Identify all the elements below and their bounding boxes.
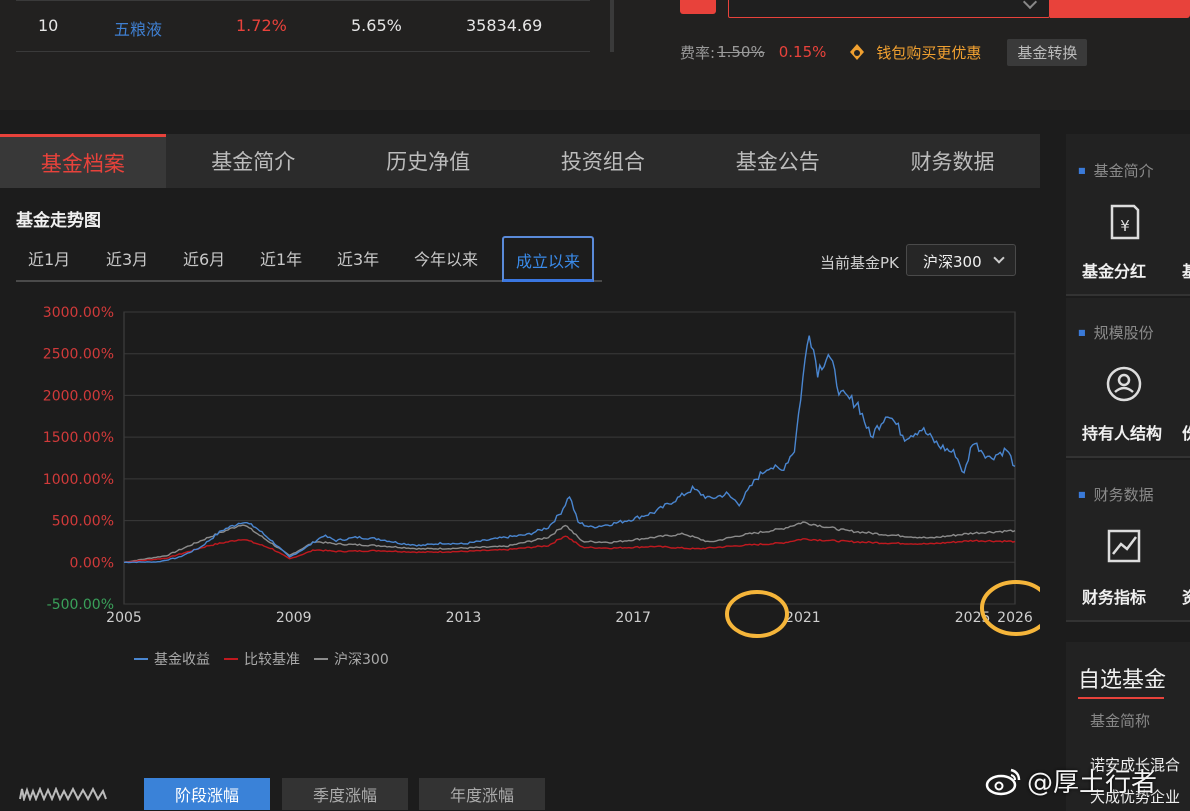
svg-text:¥: ¥ (1120, 217, 1130, 235)
tab-stage-return[interactable]: 阶段涨幅 (144, 778, 270, 810)
y-tick-label: 500.00% (52, 514, 114, 530)
x-tick-label: 2005 (106, 610, 142, 626)
watermark-text: @厚土行者 (1027, 768, 1158, 798)
sidebar-item-dividend[interactable]: 基金分红 (1082, 258, 1146, 282)
sidebar-section-intro: 基金简介 ¥ 基金分红 基 (1066, 134, 1190, 296)
highlight-circle (725, 590, 789, 638)
tab-history-nav[interactable]: 历史净值 (341, 134, 516, 188)
fund-chart-svg: 3000.00% 2500.00% 2000.00% 1500.00% 1000.00%… (43, 305, 1052, 638)
range-3m[interactable]: 近3月 (106, 246, 148, 270)
holding-market-value: 35834.69 (466, 16, 543, 35)
pk-selected-value: 沪深300 (923, 253, 982, 271)
highlight-circle (980, 580, 1052, 636)
x-tick-label: 2021 (785, 610, 821, 626)
fee-discounted: 0.15% (778, 43, 827, 61)
range-1m[interactable]: 近1月 (28, 246, 70, 270)
legend-label: 基金收益 (154, 652, 210, 668)
sidebar-item-financial-index[interactable]: 财务指标 (1082, 584, 1146, 608)
x-tick-label: 2026 (997, 610, 1033, 626)
sidebar-item-holder-structure[interactable]: 持有人结构 (1082, 420, 1162, 444)
buy-button[interactable] (1050, 0, 1190, 18)
y-tick-label: 2000.00% (43, 388, 114, 404)
series-csi300-line (123, 521, 1016, 563)
wallet-promo-link[interactable]: 钱包购买更优惠 (876, 42, 981, 63)
wallet-icon (848, 43, 866, 61)
sidebar-heading: 财务数据 (1078, 484, 1154, 505)
watchlist-underline (1078, 697, 1164, 699)
fund-chart: 3000.00% 2500.00% 2000.00% 1500.00% 1000.00%… (0, 294, 1052, 644)
table-row[interactable]: 10 五粮液 1.72% 5.65% 35834.69 (16, 0, 590, 52)
y-tick-label: 1500.00% (43, 430, 114, 446)
watchlist-column-header: 基金简称 (1090, 712, 1151, 730)
y-tick-label: 3000.00% (43, 305, 114, 321)
holding-pct-change: 5.65% (351, 16, 402, 35)
y-tick-label: 2500.00% (43, 347, 114, 363)
fund-convert-button[interactable]: 基金转换 (1007, 38, 1088, 66)
chart-title: 基金走势图 (16, 211, 101, 231)
range-selector: 近1月 近3月 近6月 近1年 近3年 今年以来 成立以来 (16, 236, 602, 282)
chevron-down-icon[interactable] (1022, 0, 1038, 10)
tab-announcements[interactable]: 基金公告 (690, 134, 865, 188)
holding-name-link[interactable]: 五粮液 (114, 16, 162, 40)
sidebar-item-partial[interactable]: 资 (1182, 584, 1190, 608)
main-panel: 基金档案 基金简介 历史净值 投资组合 基金公告 财务数据 基金走势图 近1月 … (0, 134, 1052, 811)
fund-tabbar: 基金档案 基金简介 历史净值 投资组合 基金公告 财务数据 (0, 134, 1040, 188)
legend-swatch (224, 658, 238, 660)
range-3y[interactable]: 近3年 (337, 246, 379, 270)
x-tick-label: 2017 (615, 610, 651, 626)
sidebar-heading: 基金简介 (1078, 160, 1154, 181)
range-6m[interactable]: 近6月 (183, 246, 225, 270)
range-since-inception[interactable]: 成立以来 (502, 236, 595, 282)
divider (610, 0, 614, 52)
discount-badge (680, 0, 716, 14)
sidebar-section-scale: 规模股份 持有人结构 份 (1066, 298, 1190, 458)
watchlist-title: 自选基金 (1078, 668, 1167, 693)
y-tick-label: 1000.00% (43, 472, 114, 488)
range-1y[interactable]: 近1年 (260, 246, 302, 270)
fee-original: 1.50% (717, 43, 765, 61)
y-tick-label: 0.00% (70, 555, 114, 571)
series-benchmark-line (123, 535, 1016, 563)
weibo-logo-icon (985, 768, 1021, 795)
legend-item-csi300[interactable]: 沪深300 (314, 649, 389, 669)
sidebar-section-finance: 财务数据 财务指标 资 (1066, 460, 1190, 622)
holding-rank: 10 (38, 16, 59, 35)
legend-swatch (314, 658, 328, 660)
chart-legend: 基金收益 比较基准 沪深300 (134, 649, 403, 669)
tab-portfolio[interactable]: 投资组合 (516, 134, 691, 188)
dividend-icon: ¥ (1110, 204, 1140, 240)
amount-input[interactable] (728, 0, 1050, 18)
range-ytd[interactable]: 今年以来 (414, 246, 478, 270)
y-tick-label: -500.00% (47, 597, 114, 613)
legend-item-benchmark[interactable]: 比较基准 (224, 649, 300, 669)
chevron-down-icon (993, 252, 1005, 264)
watermark: @厚土行者 (983, 762, 1157, 799)
sidebar-heading: 规模股份 (1078, 322, 1154, 343)
chart-icon (1107, 529, 1141, 563)
legend-item-fund[interactable]: 基金收益 (134, 649, 210, 669)
pk-select[interactable]: 沪深300 (906, 244, 1016, 276)
fee-row: 费率: 1.50% 0.15% 钱包购买更优惠 基金转换 (680, 38, 1088, 66)
tab-annual-return[interactable]: 年度涨幅 (419, 778, 545, 810)
plot-frame (123, 311, 1016, 605)
legend-label: 比较基准 (244, 652, 300, 668)
legend-swatch (134, 658, 148, 660)
sidebar-item-partial[interactable]: 份 (1182, 420, 1190, 444)
legend-label: 沪深300 (334, 652, 389, 668)
holder-icon (1106, 366, 1142, 402)
fee-label: 费率: (680, 43, 716, 62)
top-area: 10 五粮液 1.72% 5.65% 35834.69 费率: 1.50% 0.… (0, 0, 1190, 110)
right-sidebar: 基金简介 ¥ 基金分红 基 规模股份 持有人结构 份 财务数据 财务指标 资 自… (1066, 134, 1190, 811)
sidebar-item-partial[interactable]: 基 (1182, 258, 1190, 282)
tab-fund-intro[interactable]: 基金简介 (166, 134, 341, 188)
performance-tabs: 阶段涨幅 季度涨幅 年度涨幅 (0, 777, 1040, 811)
x-tick-label: 2009 (276, 610, 312, 626)
tab-quarterly-return[interactable]: 季度涨幅 (282, 778, 408, 810)
tab-fund-profile[interactable]: 基金档案 (0, 134, 166, 188)
scribble-icon (19, 787, 107, 801)
x-tick-label: 2013 (446, 610, 482, 626)
holding-pct-nav: 1.72% (236, 16, 287, 35)
tab-financials[interactable]: 财务数据 (865, 134, 1040, 188)
pk-label: 当前基金PK (820, 254, 899, 272)
